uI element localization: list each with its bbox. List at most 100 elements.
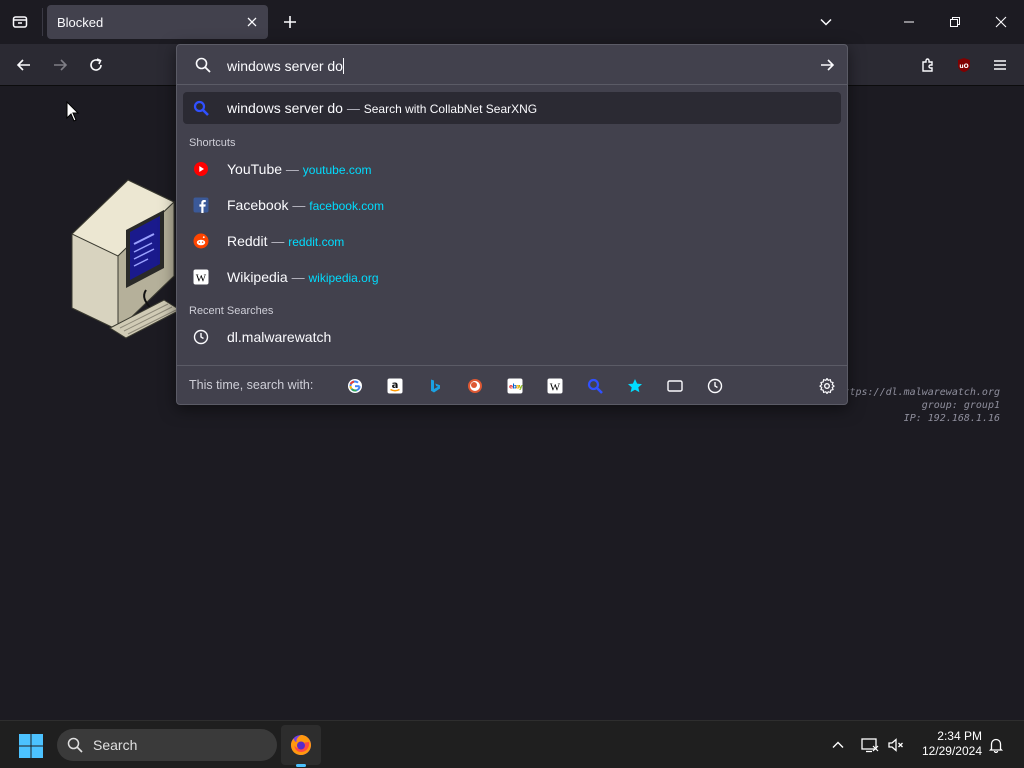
shortcut-name: Facebook bbox=[227, 197, 289, 213]
urlbar-typed-text: windows server do bbox=[227, 58, 343, 74]
reddit-icon bbox=[193, 233, 209, 249]
one-off-search-bar: This time, search with: a ebay W bbox=[177, 365, 847, 405]
youtube-icon bbox=[193, 161, 209, 177]
urlbar-dropdown: windows server do windows server do — Se… bbox=[176, 44, 848, 405]
list-all-tabs-button[interactable] bbox=[814, 10, 838, 34]
ublock-origin-button[interactable]: uO bbox=[951, 52, 977, 78]
reload-button[interactable] bbox=[83, 52, 109, 78]
tabs-button[interactable] bbox=[665, 376, 685, 396]
taskbar-search-box[interactable]: Search bbox=[57, 729, 277, 761]
start-button[interactable] bbox=[18, 733, 44, 759]
firefox-icon bbox=[291, 735, 311, 755]
history-icon bbox=[707, 378, 723, 394]
page-group-text: group: group1 bbox=[921, 400, 1000, 411]
page-url-text: https://dl.malwarewatch.org bbox=[837, 387, 1000, 398]
separator-dash: — bbox=[292, 198, 306, 213]
network-button[interactable] bbox=[860, 735, 880, 755]
show-hidden-icons-button[interactable] bbox=[828, 735, 848, 755]
mouse-pointer-icon bbox=[66, 101, 80, 122]
engine-bing-button[interactable] bbox=[425, 376, 445, 396]
search-icon bbox=[195, 57, 211, 73]
network-icon bbox=[861, 738, 879, 753]
wikipedia-icon: W bbox=[547, 378, 563, 394]
shortcuts-heading: Shortcuts bbox=[189, 137, 236, 149]
back-button[interactable] bbox=[11, 52, 37, 78]
arrow-right-icon bbox=[821, 59, 835, 71]
search-icon bbox=[67, 737, 83, 753]
one-off-label: This time, search with: bbox=[189, 378, 314, 392]
close-window-button[interactable] bbox=[989, 10, 1013, 34]
shortcut-youtube[interactable]: YouTube — youtube.com bbox=[183, 153, 841, 185]
notifications-button[interactable] bbox=[986, 735, 1006, 755]
suggestion-query: windows server do bbox=[227, 100, 343, 116]
reload-icon bbox=[90, 58, 102, 71]
shortcut-name: YouTube bbox=[227, 161, 283, 177]
forward-button[interactable] bbox=[47, 52, 73, 78]
google-icon bbox=[348, 379, 362, 393]
history-button[interactable] bbox=[705, 376, 725, 396]
app-menu-button[interactable] bbox=[987, 52, 1013, 78]
svg-text:a: a bbox=[392, 380, 399, 391]
go-button[interactable] bbox=[817, 55, 837, 75]
tab-bar: Blocked bbox=[0, 0, 1024, 44]
bing-icon bbox=[431, 379, 440, 393]
volume-button[interactable] bbox=[886, 735, 906, 755]
taskbar-firefox-button[interactable] bbox=[281, 725, 321, 765]
engine-wikipedia-button[interactable]: W bbox=[545, 376, 565, 396]
urlbar-input[interactable]: windows server do bbox=[227, 58, 344, 74]
search-suggestion-row[interactable]: windows server do — Search with CollabNe… bbox=[183, 92, 841, 124]
recent-searches-heading: Recent Searches bbox=[189, 305, 274, 317]
taskbar-clock[interactable]: 2:34 PM 12/29/2024 bbox=[912, 729, 982, 759]
tab-blocked[interactable]: Blocked bbox=[47, 5, 268, 39]
page-info-block: https://dl.malwarewatch.org group: group… bbox=[837, 386, 1000, 425]
puzzle-icon bbox=[922, 58, 933, 72]
text-caret bbox=[342, 58, 344, 74]
separator-dash: — bbox=[346, 101, 360, 116]
history-icon bbox=[193, 329, 209, 345]
engine-amazon-button[interactable]: a bbox=[385, 376, 405, 396]
windows-logo-icon bbox=[19, 734, 43, 758]
recent-search-item[interactable]: dl.malwarewatch bbox=[183, 321, 841, 353]
new-tab-button[interactable] bbox=[278, 10, 302, 34]
extensions-button[interactable] bbox=[915, 52, 941, 78]
firefox-view-button[interactable] bbox=[8, 10, 32, 34]
search-settings-button[interactable] bbox=[817, 376, 837, 396]
shortcut-name: Reddit bbox=[227, 233, 268, 249]
amazon-icon: a bbox=[387, 378, 403, 394]
shortcut-wikipedia[interactable]: W Wikipedia — wikipedia.org bbox=[183, 261, 841, 293]
separator-dash: — bbox=[291, 270, 305, 285]
bookmarks-button[interactable] bbox=[625, 376, 645, 396]
active-app-indicator bbox=[296, 764, 306, 767]
engine-duckduckgo-button[interactable] bbox=[465, 376, 485, 396]
minimize-button[interactable] bbox=[897, 10, 921, 34]
chevron-up-icon bbox=[832, 741, 844, 748]
engine-searxng-button[interactable] bbox=[585, 376, 605, 396]
wikipedia-icon: W bbox=[193, 269, 209, 285]
engine-google-button[interactable] bbox=[345, 376, 365, 396]
windows-taskbar: Search 2:34 PM 12/29/2024 bbox=[0, 720, 1024, 768]
restore-icon bbox=[950, 17, 960, 27]
engine-ebay-button[interactable]: ebay bbox=[505, 376, 525, 396]
gear-icon bbox=[819, 378, 835, 394]
shortcut-name: Wikipedia bbox=[227, 269, 288, 285]
shortcut-reddit[interactable]: Reddit — reddit.com bbox=[183, 225, 841, 257]
shortcut-url: youtube.com bbox=[302, 163, 372, 177]
retro-computer-illustration bbox=[71, 179, 180, 339]
clock-date: 12/29/2024 bbox=[921, 744, 982, 758]
bookmarks-icon bbox=[628, 379, 642, 393]
taskbar-search-label: Search bbox=[93, 737, 138, 753]
svg-text:W: W bbox=[550, 382, 561, 394]
suggestion-action: Search with CollabNet SearXNG bbox=[363, 102, 538, 116]
tab-close-button[interactable] bbox=[244, 14, 260, 30]
separator-dash: — bbox=[271, 234, 285, 249]
shortcut-facebook[interactable]: Facebook — facebook.com bbox=[183, 189, 841, 221]
firefox-view-icon bbox=[12, 16, 28, 28]
urlbar-input-row[interactable]: windows server do bbox=[177, 45, 847, 85]
arrow-left-icon bbox=[16, 59, 30, 71]
restore-button[interactable] bbox=[943, 10, 967, 34]
close-icon bbox=[995, 16, 1007, 28]
shortcut-url: reddit.com bbox=[288, 235, 345, 249]
volume-muted-icon bbox=[888, 738, 903, 752]
ebay-icon: e b ay bbox=[507, 378, 523, 394]
clock-time: 2:34 PM bbox=[937, 729, 982, 743]
